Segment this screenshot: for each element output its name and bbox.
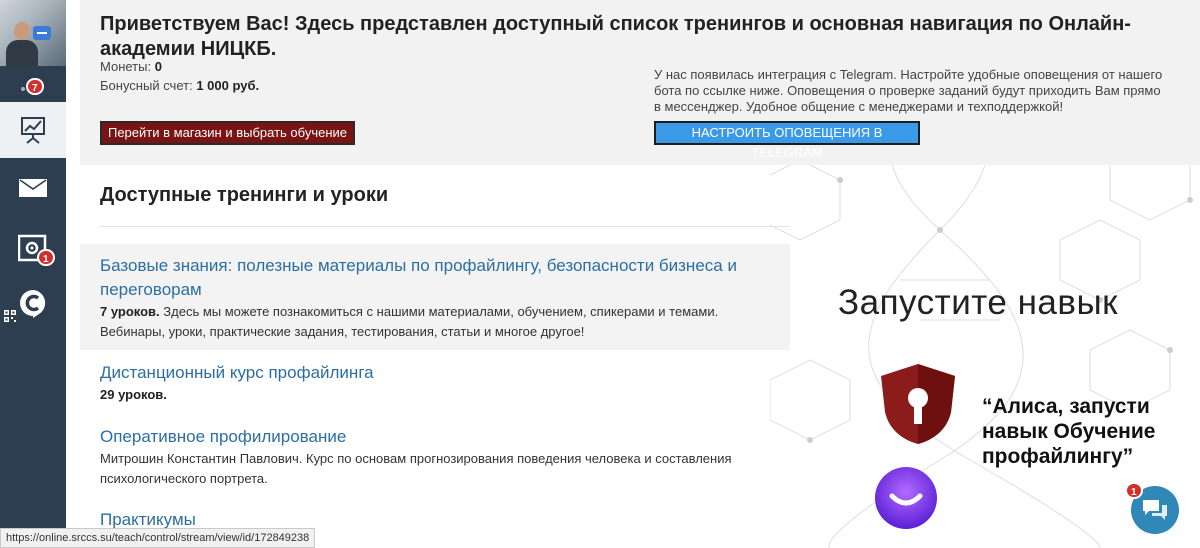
training-lesson-count: 29 уроков. bbox=[100, 387, 167, 402]
bonus-label: Бонусный счет: bbox=[100, 78, 193, 93]
chat-logo-icon bbox=[20, 290, 46, 318]
training-description: 7 уроков. Здесь мы можете познакомиться … bbox=[100, 302, 770, 342]
training-title-link[interactable]: Базовые знания: полезные материалы по пр… bbox=[100, 254, 770, 302]
training-title-link[interactable]: Дистанционный курс профайлинга bbox=[100, 361, 770, 385]
sidebar-item-settings[interactable]: 1 bbox=[0, 220, 66, 276]
notification-badge: 7 bbox=[26, 78, 44, 95]
chat-bubbles-icon bbox=[1143, 500, 1167, 520]
sidebar: 7 1 bbox=[0, 0, 66, 548]
training-lesson-count: 7 уроков. bbox=[100, 304, 160, 319]
sidebar-item-chat[interactable] bbox=[0, 276, 66, 332]
notifications-item[interactable]: 7 bbox=[0, 66, 66, 102]
mail-icon bbox=[19, 179, 47, 197]
avatar-torso bbox=[6, 40, 38, 66]
chat-widget-button[interactable]: 1 bbox=[1125, 482, 1179, 534]
training-item[interactable]: Базовые знания: полезные материалы по пр… bbox=[80, 244, 790, 350]
promo-quote: “Алиса, запусти навык Обучение профайлин… bbox=[982, 395, 1156, 468]
greeting-title: Приветствуем Вас! Здесь представлен дост… bbox=[100, 13, 1131, 60]
telegram-setup-button[interactable]: НАСТРОИТЬ ОПОВЕЩЕНИЯ В TELEGRAM bbox=[654, 121, 920, 160]
coins-value: 0 bbox=[154, 59, 162, 74]
welcome-panel: Приветствуем Вас! Здесь представлен дост… bbox=[80, 0, 1200, 165]
telegram-info-text: У нас появилась интеграция с Telegram. Н… bbox=[654, 67, 1163, 114]
training-title-link[interactable]: Оперативное профилирование bbox=[100, 425, 770, 449]
avatar-chat-bubble bbox=[33, 26, 51, 40]
main-content: Запустите навык “Алиса, запусти навык Об… bbox=[80, 0, 1200, 548]
training-item[interactable]: Дистанционный курс профайлинга 29 уроков… bbox=[80, 361, 790, 405]
coins-stat: Монеты: 0 bbox=[100, 59, 162, 74]
sidebar-item-stats[interactable] bbox=[0, 102, 66, 158]
alice-logo-icon bbox=[875, 467, 937, 529]
notification-dot-icon bbox=[21, 87, 25, 91]
bonus-stat: Бонусный счет: 1 000 руб. bbox=[100, 78, 259, 93]
promo-heading: Запустите навык bbox=[838, 283, 1118, 322]
section-divider bbox=[100, 226, 790, 227]
qr-code-icon[interactable] bbox=[4, 310, 16, 322]
user-avatar[interactable] bbox=[0, 0, 66, 66]
training-description: Митрошин Константин Павлович. Курс по ос… bbox=[100, 451, 732, 486]
bonus-value: 1 000 руб. bbox=[196, 78, 260, 93]
chat-widget-badge: 1 bbox=[1125, 482, 1143, 499]
training-description: 29 уроков. bbox=[100, 385, 770, 405]
shop-button[interactable]: Перейти в магазин и выбрать обучение bbox=[100, 121, 355, 145]
avatar-head bbox=[14, 22, 30, 40]
sidebar-item-messages[interactable] bbox=[0, 160, 66, 216]
status-bar-url: https://online.srccs.su/teach/control/st… bbox=[0, 528, 316, 548]
chart-icon bbox=[21, 117, 45, 144]
coins-label: Монеты: bbox=[100, 59, 152, 74]
settings-badge: 1 bbox=[37, 249, 55, 266]
shield-keyhole-icon bbox=[881, 364, 955, 444]
training-description-text: Здесь мы можете познакомиться с нашими м… bbox=[100, 304, 719, 339]
trainings-section-title: Доступные тренинги и уроки bbox=[100, 184, 389, 206]
training-item[interactable]: Оперативное профилирование Митрошин Конс… bbox=[80, 425, 790, 489]
